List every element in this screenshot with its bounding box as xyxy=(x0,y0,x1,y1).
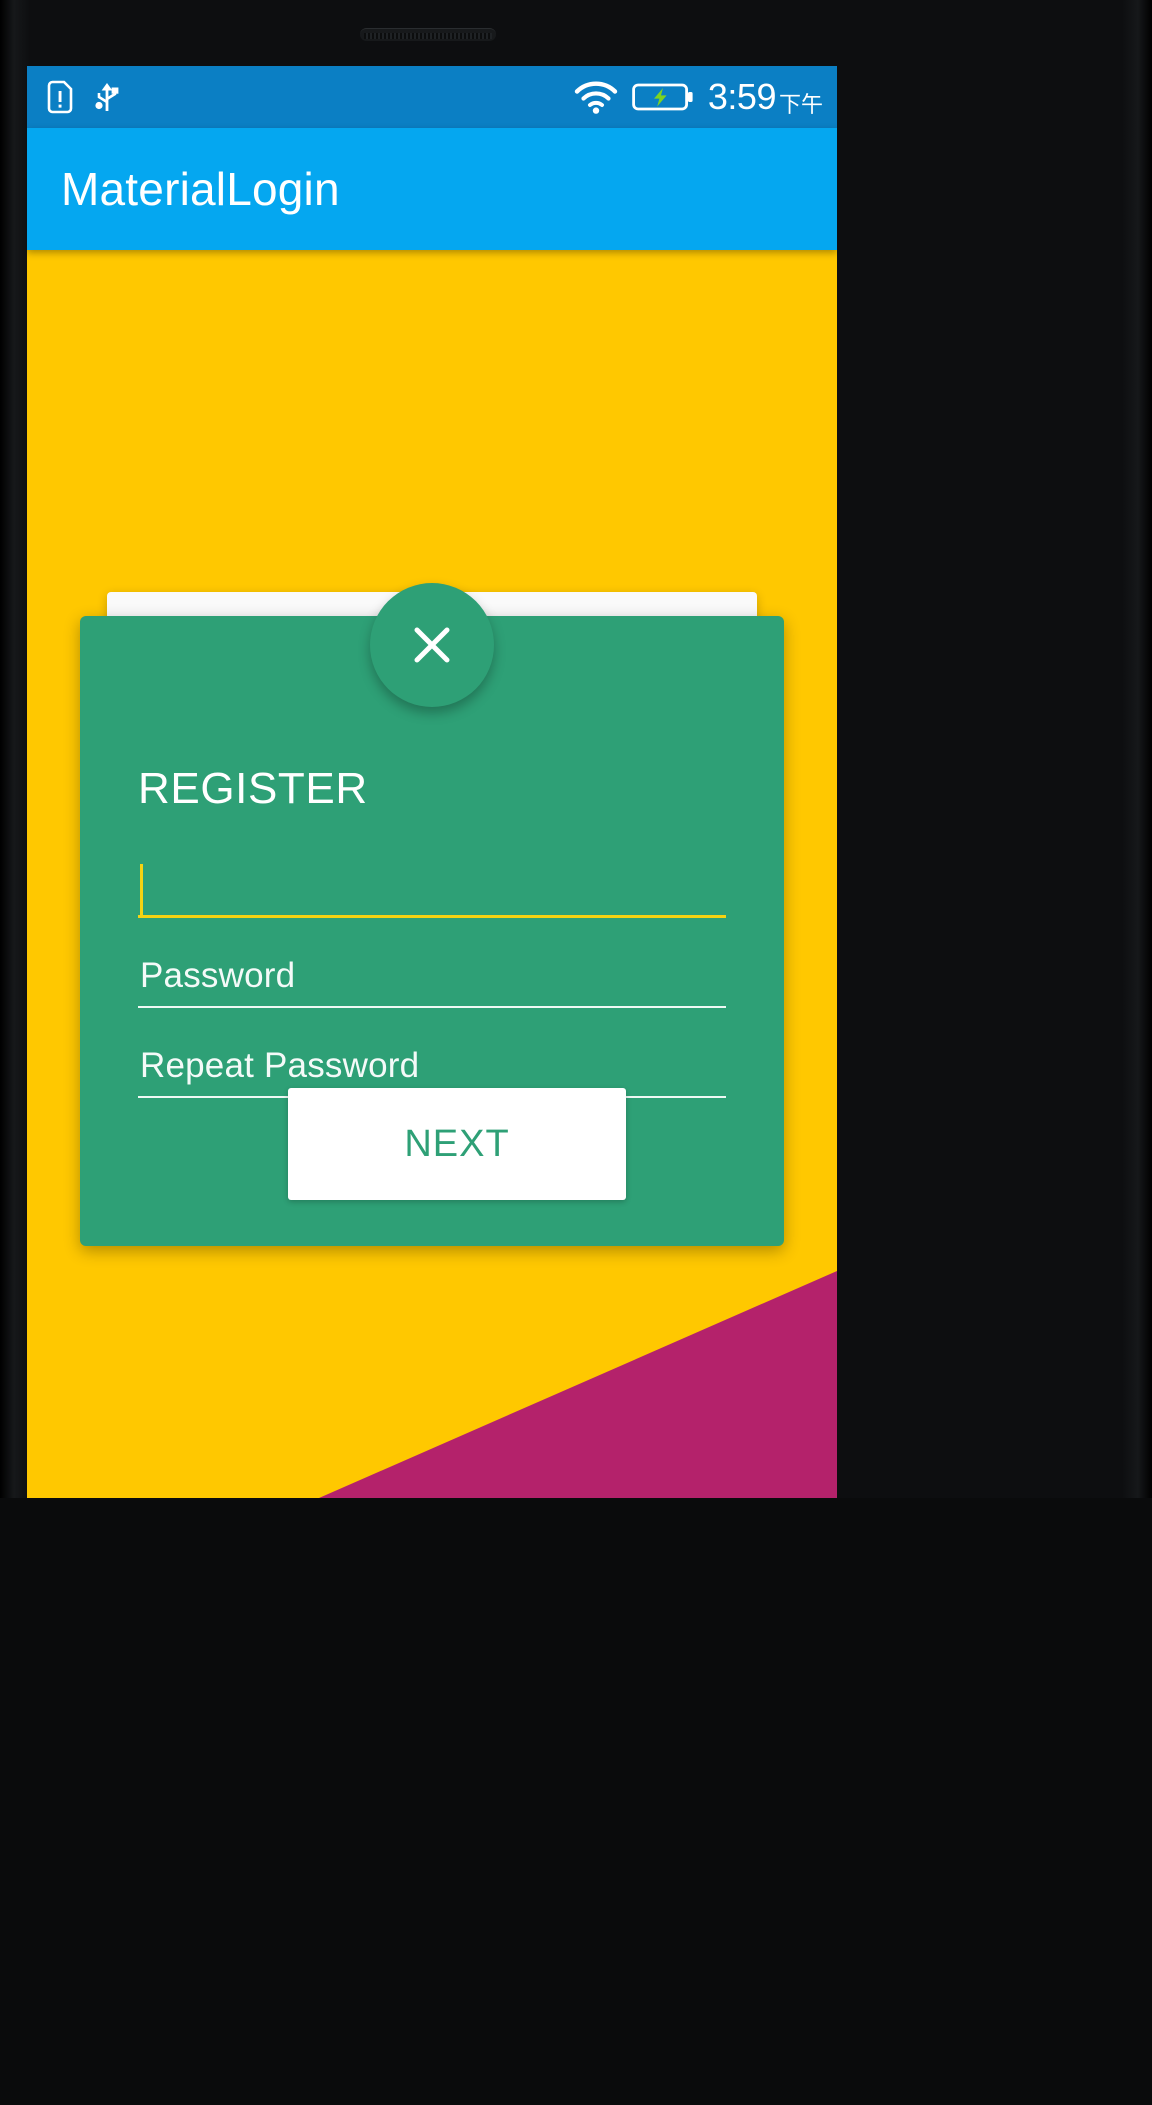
close-button[interactable] xyxy=(370,583,494,707)
next-button[interactable]: NEXT xyxy=(288,1088,626,1200)
repeat-password-field-label: Repeat Password xyxy=(140,1046,420,1085)
phone-screen: 3:59 下午 MaterialLogin REGISTER Password … xyxy=(27,66,837,1498)
clock-ampm: 下午 xyxy=(778,92,823,117)
app-title: MaterialLogin xyxy=(61,163,340,215)
status-bar-left-icons xyxy=(27,80,123,114)
password-field-label: Password xyxy=(140,956,296,995)
username-field-underline xyxy=(138,915,726,918)
register-panel: REGISTER Password Repeat Password NEXT xyxy=(80,616,784,1246)
password-field[interactable]: Password xyxy=(138,946,726,1008)
status-bar-clock: 3:59 下午 xyxy=(708,76,823,118)
device-frame: 3:59 下午 MaterialLogin REGISTER Password … xyxy=(0,0,1152,2105)
close-icon xyxy=(414,627,450,663)
content-area: REGISTER Password Repeat Password NEXT xyxy=(27,250,837,1498)
battery-charging-icon xyxy=(632,80,694,114)
username-field[interactable] xyxy=(138,856,726,918)
text-caret xyxy=(140,864,143,916)
sim-alert-icon xyxy=(45,80,75,114)
app-bar: MaterialLogin xyxy=(27,128,837,250)
wifi-icon xyxy=(574,80,618,114)
earpiece-speaker-grille xyxy=(360,28,496,41)
status-bar: 3:59 下午 xyxy=(27,66,837,128)
password-field-underline xyxy=(138,1006,726,1008)
clock-time: 3:59 xyxy=(707,76,777,117)
usb-icon xyxy=(91,80,123,114)
status-bar-right-icons: 3:59 下午 xyxy=(574,66,823,128)
speaker-mesh xyxy=(364,33,492,39)
device-bottom-chin xyxy=(0,1498,1152,2105)
register-title: REGISTER xyxy=(138,764,368,813)
